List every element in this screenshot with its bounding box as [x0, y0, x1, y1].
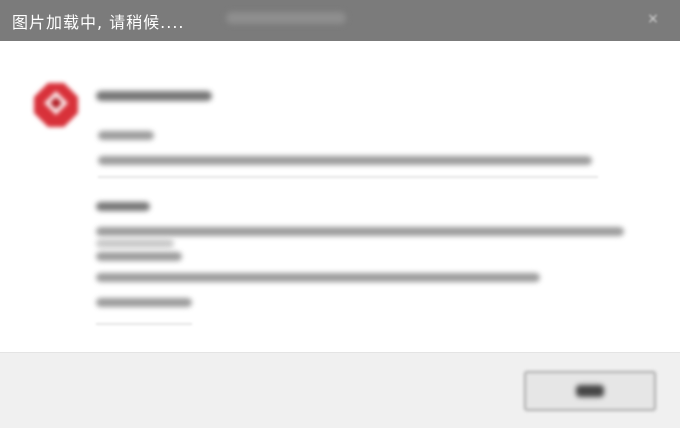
- error-icon: [34, 83, 78, 127]
- blurred-text-line: [96, 273, 540, 282]
- blurred-text-line: [96, 298, 192, 307]
- title-bar: 图片加载中, 请稍候.... ×: [0, 0, 680, 41]
- dialog-footer: [0, 352, 680, 428]
- divider: [98, 176, 598, 178]
- blurred-text-line: [98, 156, 592, 165]
- window-title: 图片加载中, 请稍候....: [12, 12, 185, 32]
- blurred-heading: [96, 91, 212, 101]
- divider: [96, 323, 192, 325]
- blurred-text-line: [96, 227, 624, 236]
- blurred-button-label: [576, 385, 604, 397]
- blurred-text-line: [96, 239, 174, 248]
- close-icon[interactable]: ×: [642, 8, 664, 30]
- close-dialog-button[interactable]: [524, 371, 656, 411]
- blurred-window-title: [226, 12, 346, 24]
- dialog-content: [0, 41, 680, 352]
- blurred-label: [96, 202, 150, 211]
- blurred-label: [98, 131, 154, 140]
- error-dialog: 图片加载中, 请稍候.... ×: [0, 0, 680, 428]
- blurred-text-line: [96, 252, 182, 261]
